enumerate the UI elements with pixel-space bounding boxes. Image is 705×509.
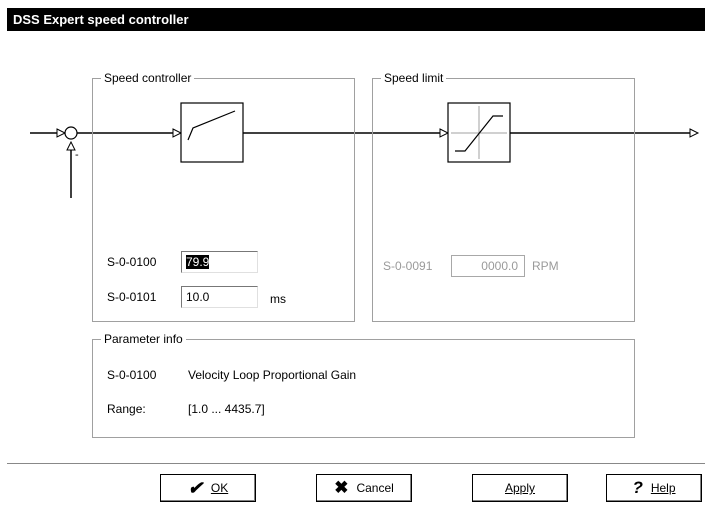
speed-limit-group: Speed limit (372, 71, 635, 322)
help-button[interactable]: ? Help (606, 474, 702, 502)
x-icon: ✖ (334, 478, 349, 497)
speed-limit-input[interactable]: 0000.0 (451, 255, 525, 277)
info-param-code: S-0-0100 (107, 368, 157, 382)
gain-input[interactable]: 79.9 (181, 251, 258, 273)
integral-time-input[interactable]: 10.0 (181, 286, 258, 308)
info-param-description: Velocity Loop Proportional Gain (188, 368, 357, 382)
speed-limit-unit: RPM (532, 259, 559, 273)
speed-controller-legend: Speed controller (101, 71, 195, 85)
parameter-info-group: Parameter info (92, 332, 635, 438)
output-arrow (689, 128, 700, 138)
checkmark-icon: ✔ (187, 477, 203, 498)
cancel-button[interactable]: ✖ Cancel (316, 474, 412, 502)
input-arrow (56, 128, 67, 138)
apply-button[interactable]: Apply (472, 474, 568, 502)
param-code-s0091: S-0-0091 (383, 259, 433, 273)
summing-junction (64, 126, 78, 140)
parameter-info-legend: Parameter info (101, 332, 186, 346)
info-range-value: [1.0 ... 4435.7] (188, 402, 265, 416)
dialog-window: DSS Expert speed controller - Speed cont… (0, 0, 705, 509)
button-separator (7, 463, 705, 464)
question-icon: ? (632, 478, 643, 497)
ok-button[interactable]: ✔ OK (160, 474, 256, 502)
param-code-s0100: S-0-0100 (107, 255, 157, 269)
speed-limit-legend: Speed limit (381, 71, 447, 85)
integral-time-unit: ms (270, 292, 286, 306)
minus-sign: - (75, 149, 79, 161)
info-range-label: Range: (107, 402, 146, 416)
feedback-arrow (66, 140, 76, 151)
param-code-s0101: S-0-0101 (107, 290, 157, 304)
